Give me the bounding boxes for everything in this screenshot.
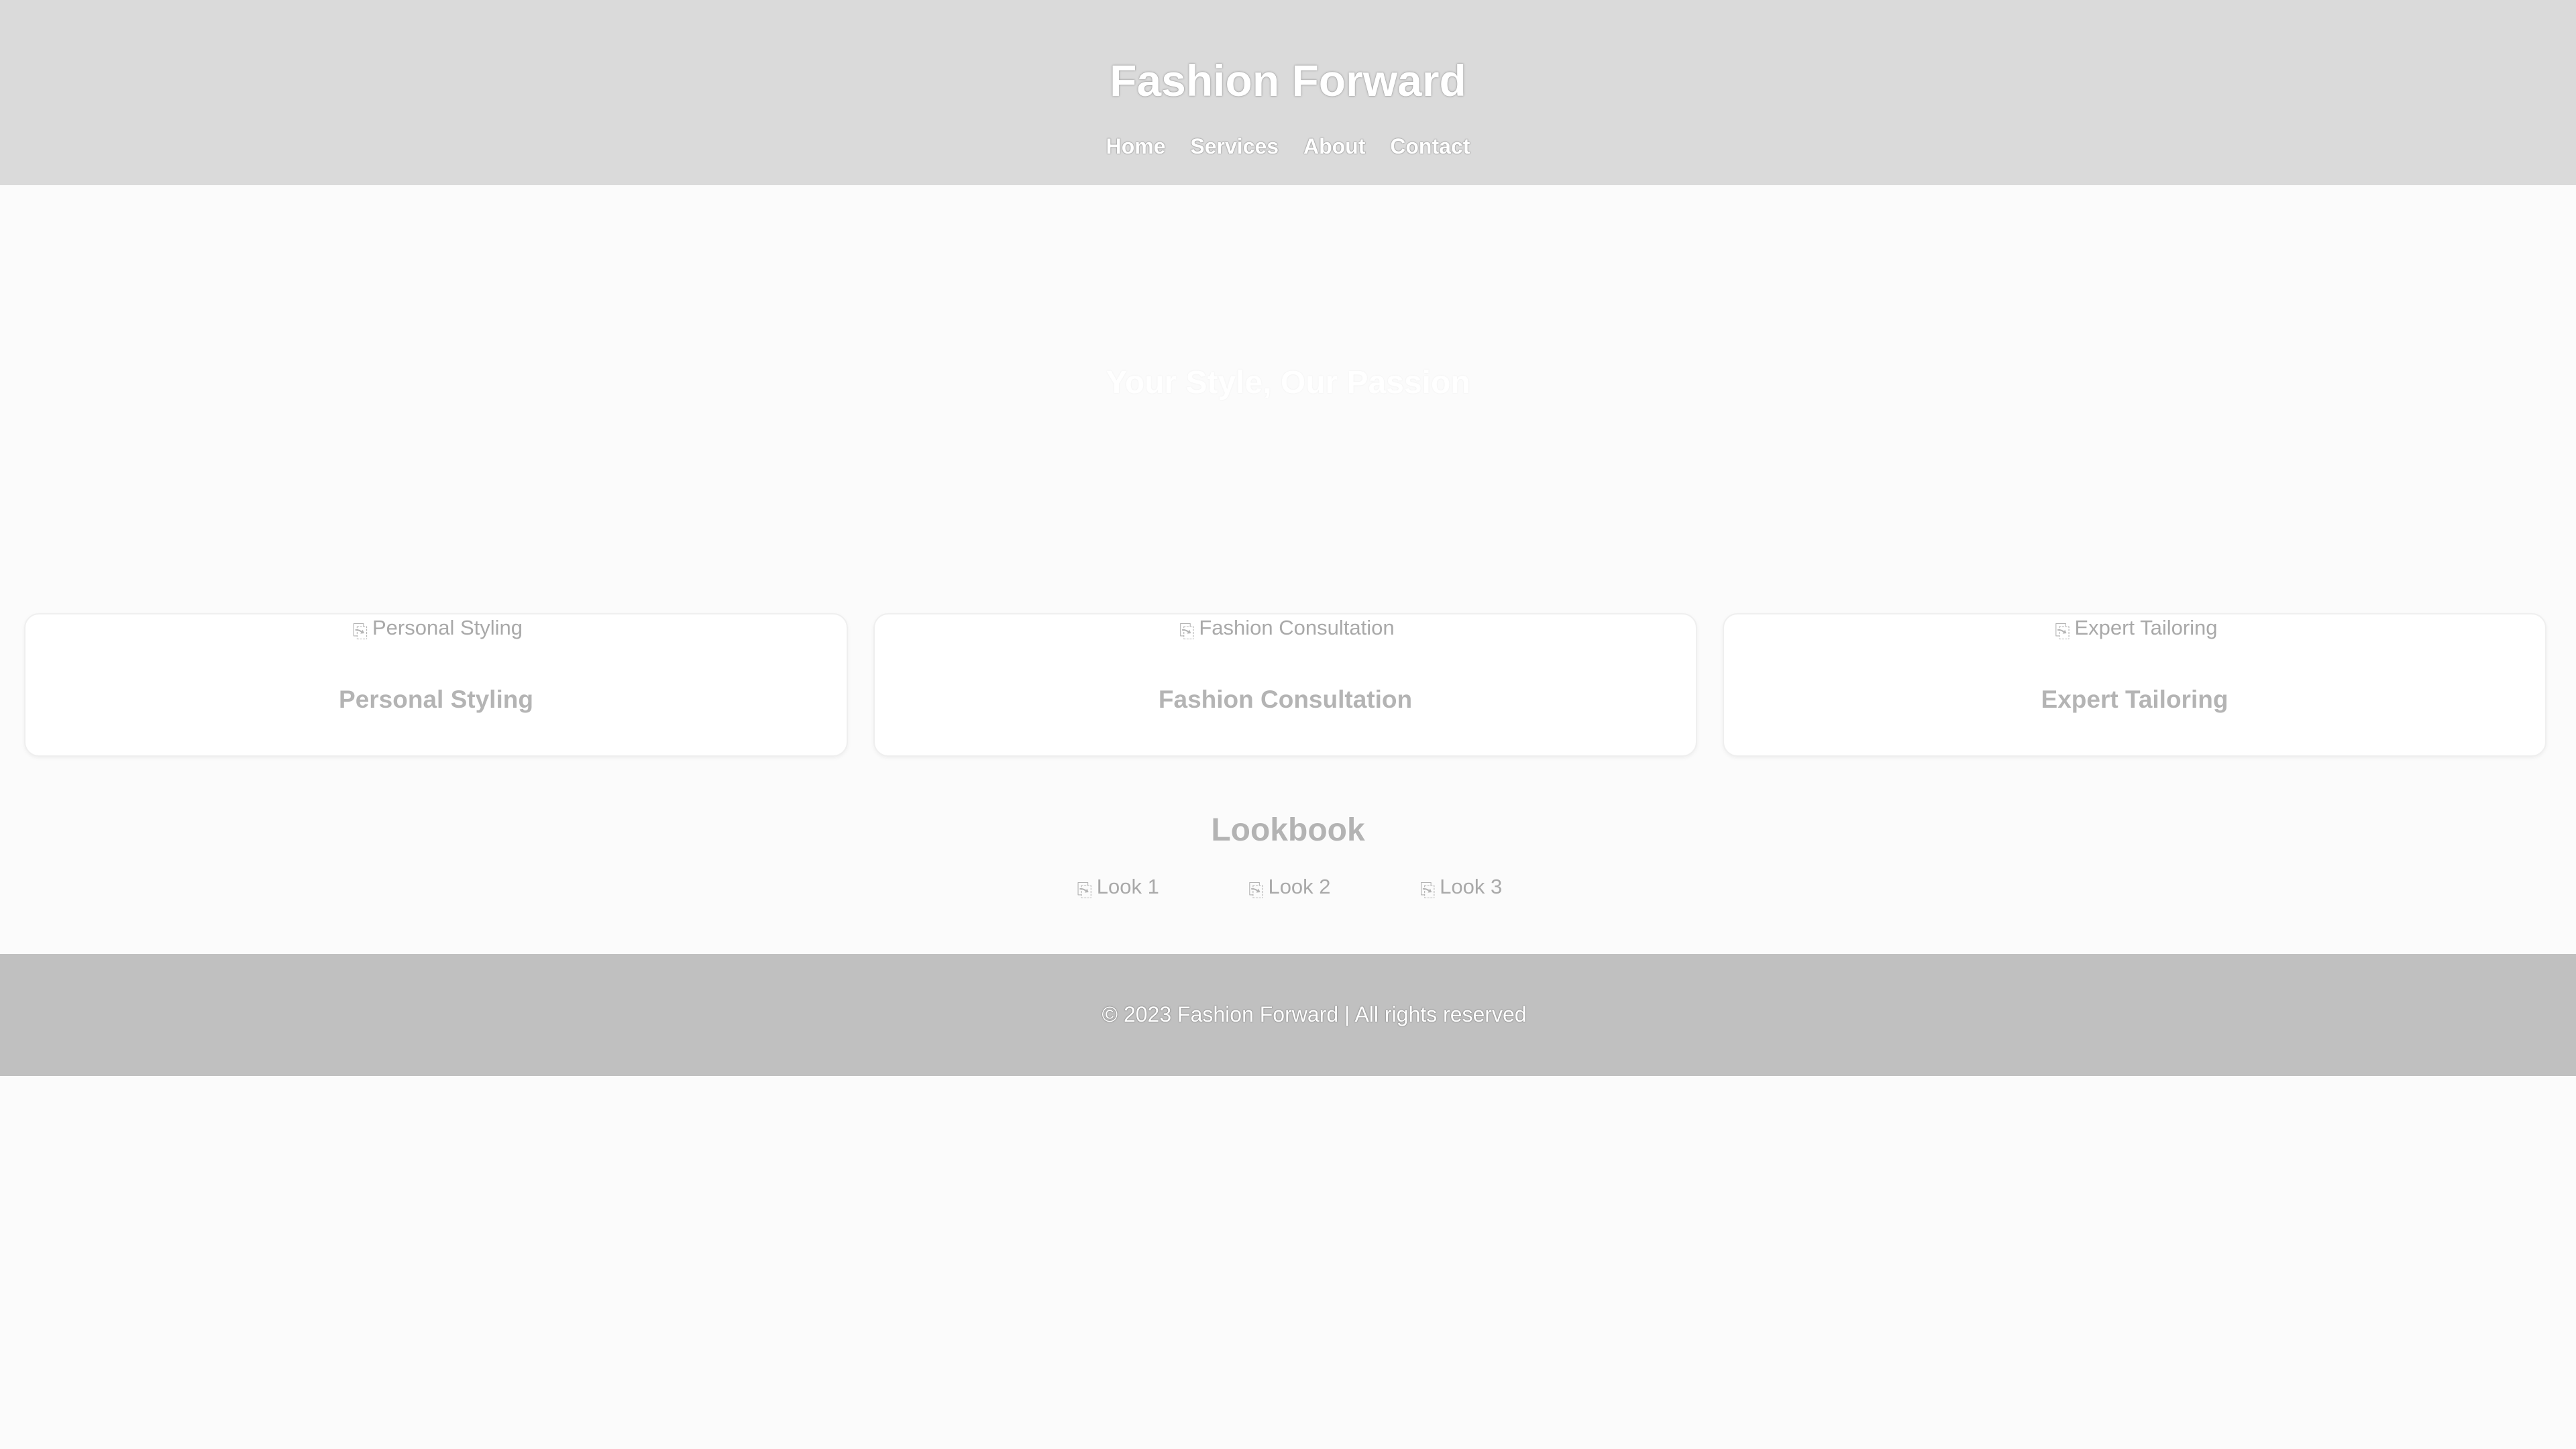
broken-image-icon: ⎘	[1419, 879, 1436, 900]
copyright-text: © 2023 Fashion Forward | All rights rese…	[1102, 1002, 1527, 1026]
nav-home[interactable]: Home	[1106, 131, 1166, 161]
service-card-fashion-consultation: ⎘ Fashion Consultation Fashion Consultati…	[873, 613, 1697, 757]
services-section: ⎘ Personal Styling Personal Styling ⎘ Fash…	[24, 613, 2552, 757]
nav-contact[interactable]: Contact	[1390, 131, 1470, 161]
lookbook-image-alt: Look 3	[1440, 875, 1503, 898]
lookbook-image[interactable]: ⎘ Look 2	[1245, 873, 1330, 901]
service-title: Expert Tailoring	[2041, 686, 2229, 713]
main-nav: Home Services About Contact	[0, 131, 2576, 161]
broken-image-icon: ⎘	[1077, 879, 1092, 900]
broken-image-icon: ⎘	[1179, 621, 1195, 641]
hero-title: Your Style, Our Passion	[1106, 365, 1470, 400]
lookbook-image[interactable]: ⎘ Look 1	[1074, 873, 1159, 901]
lookbook-image-alt: Look 2	[1268, 875, 1331, 898]
service-card-expert-tailoring: ⎘ Expert Tailoring Expert Tailoring	[1723, 613, 2546, 757]
service-image-alt: Personal Styling	[372, 616, 523, 639]
service-title: Personal Styling	[339, 686, 533, 713]
site-header: Fashion Forward Home Services About Cont…	[0, 0, 2576, 185]
hero-banner: Your Style, Our Passion	[0, 185, 2576, 588]
nav-services[interactable]: Services	[1190, 131, 1279, 161]
nav-about[interactable]: About	[1303, 131, 1365, 161]
service-image: ⎘ Fashion Consultation	[875, 614, 1696, 642]
lookbook-gallery: ⎘ Look 1 ⎘ Look 2 ⎘ Look 3	[0, 873, 2576, 901]
broken-image-icon: ⎘	[352, 621, 368, 641]
broken-image-icon: ⎘	[1248, 879, 1264, 900]
service-image-alt: Expert Tailoring	[2074, 616, 2218, 639]
site-footer: © 2023 Fashion Forward | All rights rese…	[0, 954, 2576, 1076]
lookbook-heading: Lookbook	[1211, 812, 1365, 848]
service-image: ⎘ Expert Tailoring	[1724, 614, 2545, 642]
service-image: ⎘ Personal Styling	[25, 614, 847, 642]
broken-image-icon: ⎘	[2055, 621, 2070, 641]
site-title: Fashion Forward	[1110, 56, 1466, 105]
service-card-personal-styling: ⎘ Personal Styling Personal Styling	[24, 613, 848, 757]
lookbook-image-alt: Look 1	[1096, 875, 1159, 898]
lookbook-image[interactable]: ⎘ Look 3	[1417, 873, 1502, 901]
service-title: Fashion Consultation	[1158, 686, 1413, 713]
service-image-alt: Fashion Consultation	[1199, 616, 1395, 639]
